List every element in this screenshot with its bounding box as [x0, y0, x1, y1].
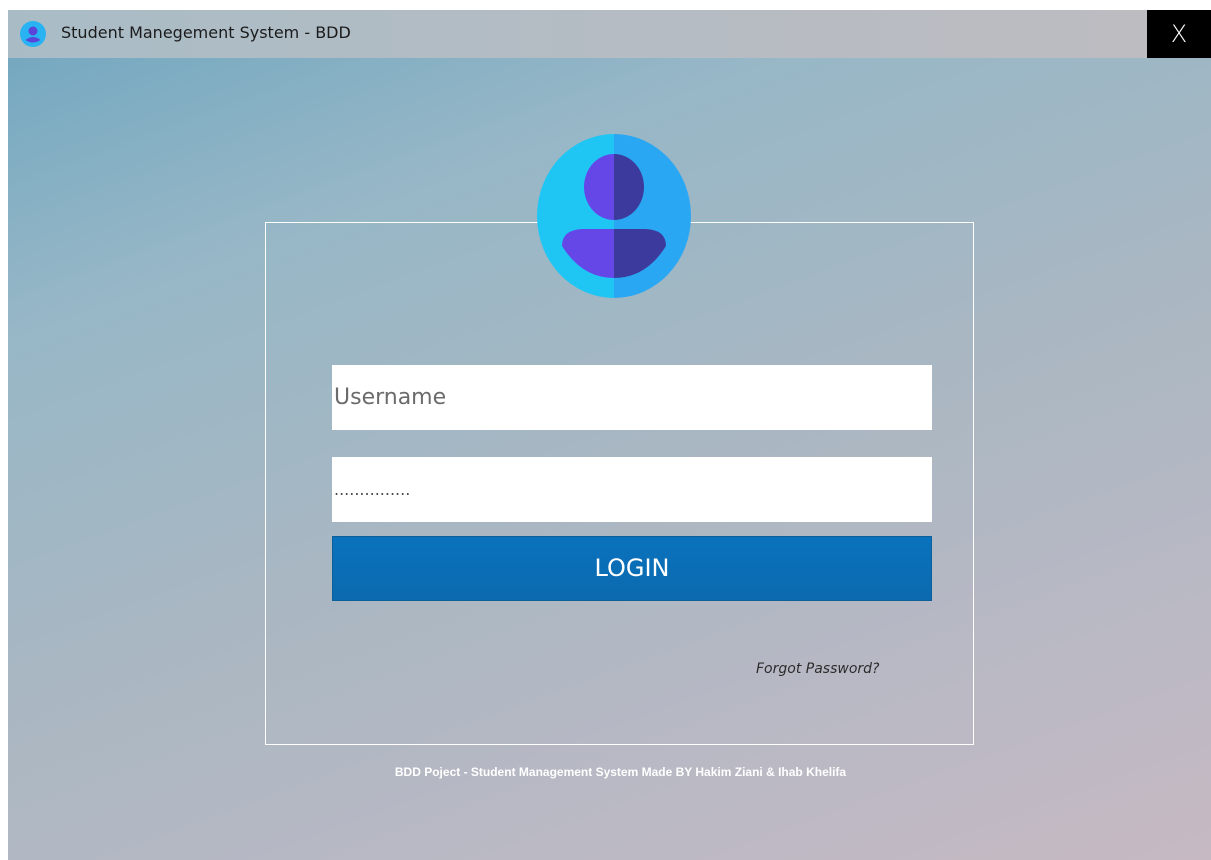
user-avatar-icon [537, 134, 691, 298]
window-title: Student Manegement System - BDD [61, 23, 351, 42]
close-button[interactable]: X [1147, 10, 1211, 58]
user-icon [20, 21, 46, 47]
forgot-password-link[interactable]: Forgot Password? [756, 661, 879, 677]
login-button[interactable]: LOGIN [332, 536, 932, 601]
title-bar[interactable]: Student Manegement System - BDD X [8, 10, 1211, 58]
username-input[interactable] [332, 365, 932, 430]
footer-credits: BDD Poject - Student Management System M… [394, 765, 847, 779]
login-window: Student Manegement System - BDD X LOGIN … [8, 10, 1211, 860]
password-input[interactable] [332, 457, 932, 522]
